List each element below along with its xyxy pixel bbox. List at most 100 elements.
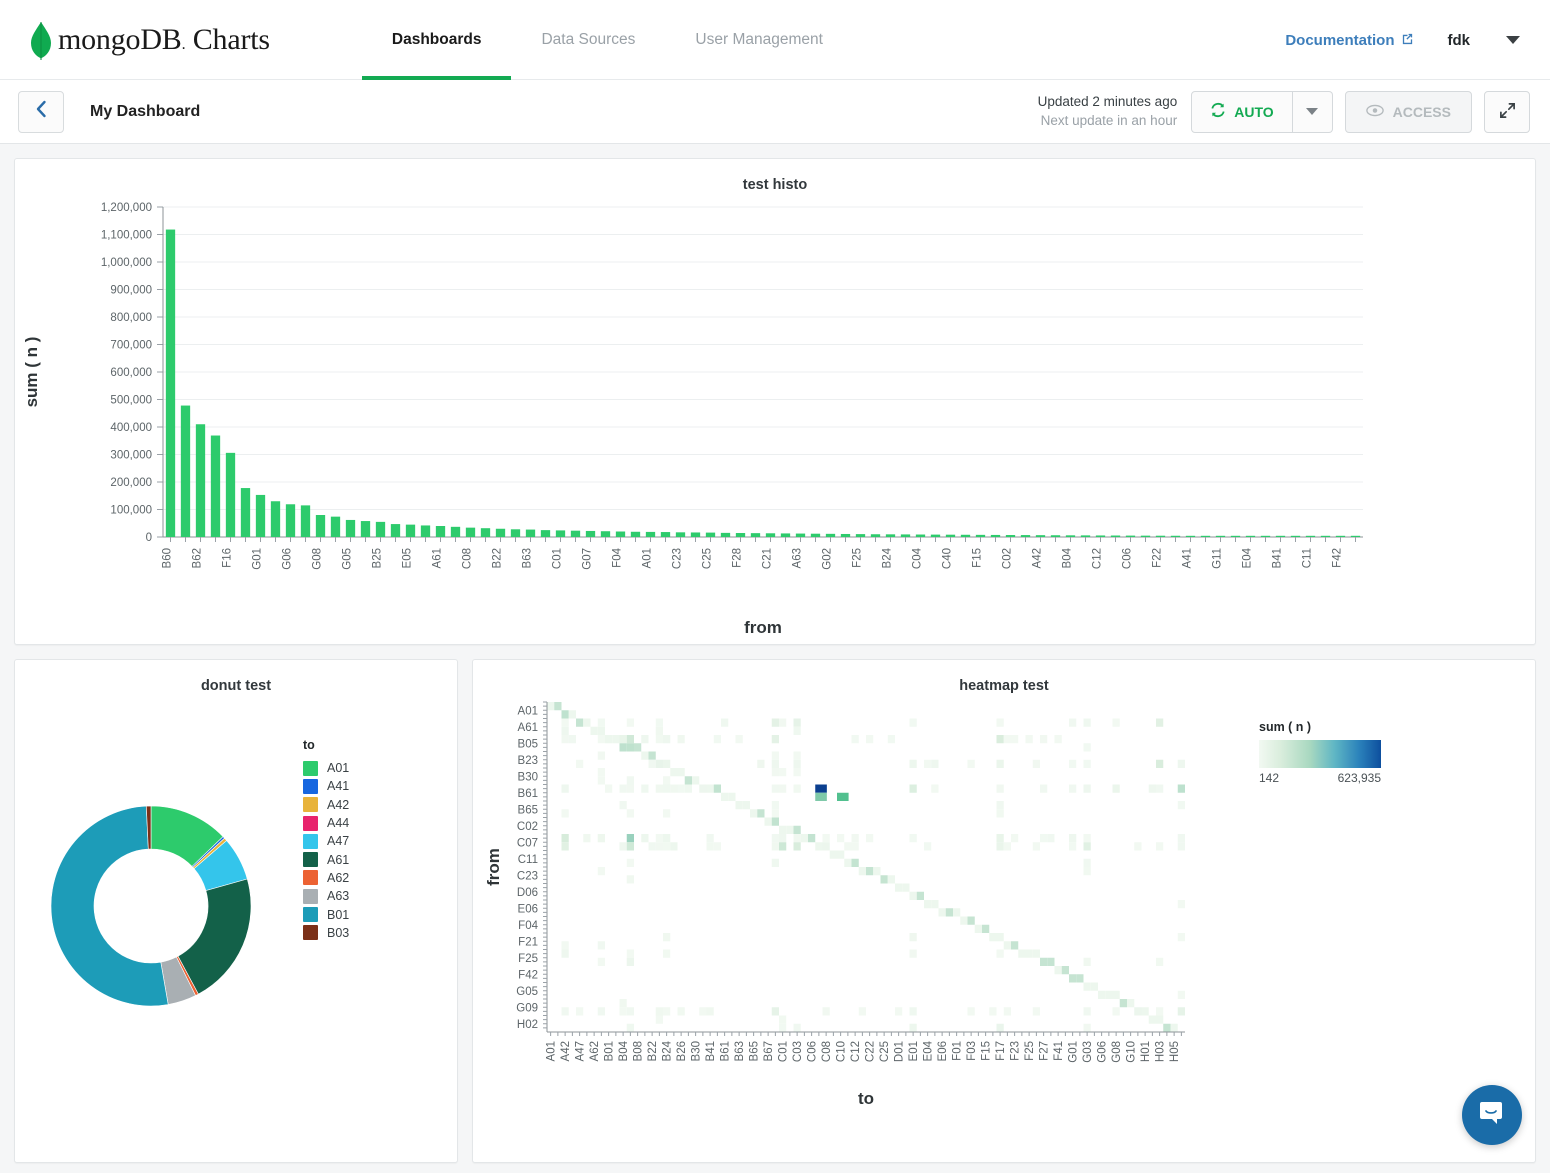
heatmap-cell[interactable]: [735, 735, 743, 744]
back-button[interactable]: [18, 90, 64, 133]
bar[interactable]: [990, 534, 1001, 537]
heatmap-cell[interactable]: [597, 735, 605, 744]
bar[interactable]: [630, 531, 641, 537]
heatmap-cell[interactable]: [1083, 718, 1091, 727]
heatmap-cell[interactable]: [909, 933, 917, 942]
user-menu[interactable]: fdk: [1448, 32, 1520, 49]
heatmap-cell[interactable]: [771, 842, 779, 851]
heatmap-cell[interactable]: [822, 834, 830, 843]
nav-tab-user-management[interactable]: User Management: [665, 0, 853, 80]
heatmap-cell[interactable]: [1170, 1023, 1178, 1032]
heatmap-cell[interactable]: [576, 1007, 584, 1016]
heatmap-cell[interactable]: [1177, 990, 1185, 999]
heatmap-cell[interactable]: [1148, 1015, 1156, 1024]
heatmap-cell[interactable]: [779, 1023, 787, 1032]
heatmap-cell[interactable]: [996, 1023, 1004, 1032]
bar[interactable]: [195, 424, 206, 537]
heatmap-cell[interactable]: [1177, 842, 1185, 851]
heatmap-cell[interactable]: [721, 792, 729, 801]
heatmap-cell[interactable]: [597, 834, 605, 843]
heatmap-cell[interactable]: [547, 702, 555, 711]
heatmap-cell[interactable]: [808, 834, 816, 843]
chart-card-donut[interactable]: donut test to A01 A41 A42 A44 A47 A61 A62 A63 B01…: [14, 659, 458, 1163]
bar[interactable]: [345, 519, 356, 537]
heatmap-cell[interactable]: [706, 784, 714, 793]
heatmap-cell[interactable]: [1156, 1007, 1164, 1016]
heatmap-cell[interactable]: [822, 1007, 830, 1016]
heatmap-cell[interactable]: [887, 875, 895, 884]
donut-legend-item[interactable]: A63: [303, 887, 349, 905]
heatmap-cell[interactable]: [677, 735, 685, 744]
heatmap-cell[interactable]: [561, 710, 569, 719]
bar[interactable]: [1305, 535, 1316, 537]
heatmap-cell[interactable]: [851, 842, 859, 851]
heatmap-cell[interactable]: [1069, 718, 1077, 727]
bar[interactable]: [750, 533, 761, 537]
heatmap-cell[interactable]: [626, 949, 634, 958]
bar[interactable]: [870, 534, 881, 537]
heatmap-cell[interactable]: [1083, 858, 1091, 867]
heatmap-cell[interactable]: [931, 784, 939, 793]
heatmap-cell[interactable]: [670, 768, 678, 777]
heatmap-cell[interactable]: [771, 809, 779, 818]
heatmap-cell[interactable]: [1177, 801, 1185, 810]
heatmap-cell[interactable]: [779, 825, 787, 834]
bar[interactable]: [585, 530, 596, 537]
bar[interactable]: [1335, 535, 1346, 537]
heatmap-cell[interactable]: [561, 718, 569, 727]
refresh-options-dropdown[interactable]: [1292, 90, 1333, 133]
heatmap-cell[interactable]: [844, 842, 852, 851]
heatmap-cell[interactable]: [1003, 735, 1011, 744]
heatmap-cell[interactable]: [561, 834, 569, 843]
heatmap-cell[interactable]: [1119, 999, 1127, 1008]
bar[interactable]: [405, 524, 416, 537]
heatmap-cell[interactable]: [655, 718, 663, 727]
heatmap-cell[interactable]: [1083, 1023, 1091, 1032]
heatmap-cell[interactable]: [996, 933, 1004, 942]
bar[interactable]: [705, 532, 716, 537]
heatmap-cell[interactable]: [880, 875, 888, 884]
heatmap-cell[interactable]: [583, 718, 591, 727]
heatmap-cell[interactable]: [909, 834, 917, 843]
bar[interactable]: [1035, 535, 1046, 537]
heatmap-cell[interactable]: [1083, 743, 1091, 752]
heatmap-cell[interactable]: [938, 908, 946, 917]
heatmap-cell[interactable]: [597, 726, 605, 735]
heatmap-cell[interactable]: [815, 792, 827, 801]
heatmap-cell[interactable]: [764, 817, 772, 826]
bar[interactable]: [1140, 535, 1151, 537]
bar[interactable]: [1065, 535, 1076, 537]
nav-tab-dashboards[interactable]: Dashboards: [361, 0, 512, 80]
heatmap-cell[interactable]: [597, 941, 605, 950]
bar[interactable]: [840, 533, 851, 537]
heatmap-cell[interactable]: [1112, 990, 1120, 999]
heatmap-cell[interactable]: [597, 718, 605, 727]
heatmap-cell[interactable]: [771, 817, 779, 826]
heatmap-cell[interactable]: [1127, 999, 1135, 1008]
heatmap-hotspot-cell[interactable]: [815, 784, 827, 793]
heatmap-cell[interactable]: [837, 834, 845, 843]
heatmap-cell[interactable]: [597, 1007, 605, 1016]
heatmap-cell[interactable]: [1177, 784, 1185, 793]
heatmap-cell[interactable]: [945, 908, 953, 917]
heatmap-cell[interactable]: [771, 858, 779, 867]
bar[interactable]: [1185, 535, 1196, 537]
heatmap-cell[interactable]: [561, 842, 569, 851]
heatmap-cell[interactable]: [1025, 949, 1033, 958]
heatmap-cell[interactable]: [677, 768, 685, 777]
heatmap-cell[interactable]: [779, 768, 787, 777]
heatmap-cell[interactable]: [1040, 957, 1048, 966]
bar[interactable]: [1005, 535, 1016, 537]
donut-legend-item[interactable]: A62: [303, 869, 349, 887]
heatmap-cell[interactable]: [663, 842, 671, 851]
heatmap-cell[interactable]: [597, 776, 605, 785]
heatmap-cell[interactable]: [916, 891, 924, 900]
heatmap-cell[interactable]: [619, 999, 627, 1008]
bar[interactable]: [600, 531, 611, 537]
donut-legend-item[interactable]: A61: [303, 850, 349, 868]
heatmap-cell[interactable]: [909, 759, 917, 768]
heatmap-cell[interactable]: [583, 834, 591, 843]
bar[interactable]: [555, 530, 566, 537]
chart-card-histogram[interactable]: test histo 0 100,000 200,000 300,000 400,000…: [14, 158, 1536, 645]
heatmap-cell[interactable]: [837, 850, 845, 859]
